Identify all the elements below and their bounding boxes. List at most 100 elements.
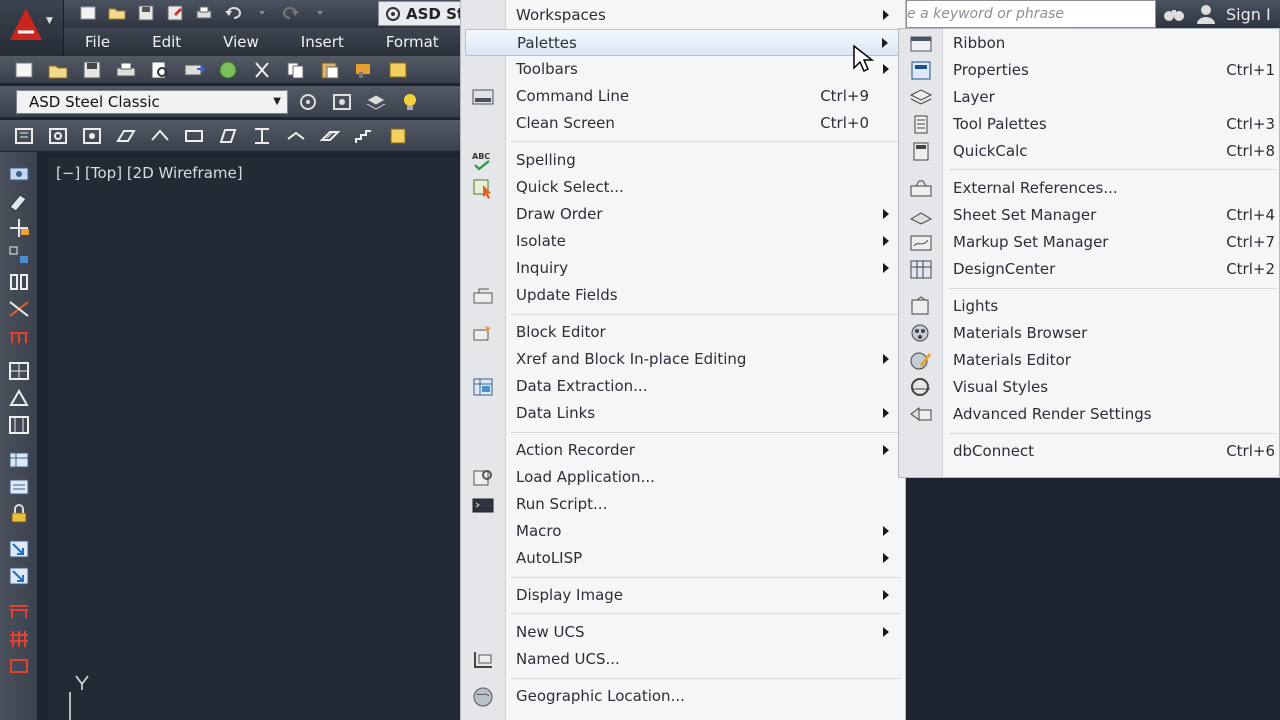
redo-icon[interactable] xyxy=(279,2,303,24)
menu-item-load-application[interactable]: Load Application... xyxy=(465,464,903,491)
workspace-settings-icon[interactable] xyxy=(294,90,322,114)
menu-item-autolisp[interactable]: AutoLISP xyxy=(465,545,903,572)
tool-import-icon[interactable] xyxy=(0,535,38,562)
undo-icon[interactable] xyxy=(221,2,245,24)
menu-item-named-ucs[interactable]: Named UCS... xyxy=(465,646,903,673)
tool-camera-icon[interactable] xyxy=(0,160,38,187)
submenu-item-quickcalc[interactable]: QuickCalc Ctrl+8 xyxy=(901,138,1279,165)
customize-icon[interactable] xyxy=(328,90,356,114)
submenu-item-lights[interactable]: Lights xyxy=(901,293,1279,320)
menu-item-command-line[interactable]: Command Line Ctrl+9 xyxy=(465,83,903,110)
menu-item-block-editor[interactable]: Block Editor xyxy=(465,319,903,346)
tool-frame-icon[interactable] xyxy=(0,384,38,411)
submenu-item-materials-editor[interactable]: Materials Editor xyxy=(901,347,1279,374)
shape-icon[interactable] xyxy=(214,124,242,148)
search-input[interactable]: e a keyword or phrase xyxy=(906,0,1156,28)
save-icon[interactable] xyxy=(78,58,106,82)
menu-item-data-links[interactable]: Data Links xyxy=(465,400,903,427)
tool-joint-icon[interactable] xyxy=(0,411,38,438)
grating-icon[interactable] xyxy=(316,124,344,148)
tool-export-icon[interactable] xyxy=(0,562,38,589)
print-icon[interactable] xyxy=(192,2,216,24)
redo-dropdown-icon[interactable] xyxy=(308,2,332,24)
open-icon[interactable] xyxy=(44,58,72,82)
bulb-icon[interactable] xyxy=(396,90,424,114)
copy-icon[interactable] xyxy=(282,58,310,82)
menu-item-data-extraction[interactable]: Data Extraction... xyxy=(465,373,903,400)
menu-item-run-script[interactable]: Run Script... xyxy=(465,491,903,518)
tool-lock-icon[interactable] xyxy=(0,500,38,527)
tool-railing-icon[interactable] xyxy=(0,322,38,349)
menu-item-palettes[interactable]: Palettes xyxy=(465,29,903,56)
menu-item-xref-block-editing[interactable]: Xref and Block In-place Editing xyxy=(465,346,903,373)
submenu-item-properties[interactable]: Properties Ctrl+1 xyxy=(901,57,1279,84)
application-menu-button[interactable]: ▼ xyxy=(0,0,64,58)
save-icon[interactable] xyxy=(134,2,158,24)
tool-bracing-icon[interactable] xyxy=(0,295,38,322)
cut-icon[interactable] xyxy=(248,58,276,82)
drawing-canvas[interactable] xyxy=(48,158,460,720)
menu-item-spelling[interactable]: ABC Spelling xyxy=(465,147,903,174)
submenu-item-advanced-render-settings[interactable]: Advanced Render Settings xyxy=(901,401,1279,428)
user-icon[interactable] xyxy=(1194,4,1218,24)
save-as-icon[interactable] xyxy=(163,2,187,24)
tool-list-icon[interactable] xyxy=(0,473,38,500)
submenu-item-ribbon[interactable]: Ribbon xyxy=(901,30,1279,57)
tool-bench-icon[interactable] xyxy=(0,597,38,624)
submenu-item-materials-browser[interactable]: Materials Browser xyxy=(901,320,1279,347)
viewport-label[interactable]: [−] [Top] [2D Wireframe] xyxy=(56,164,243,182)
plot-preview-icon[interactable] xyxy=(146,58,174,82)
open-folder-icon[interactable] xyxy=(105,2,129,24)
beam-icon[interactable] xyxy=(112,124,140,148)
cage-ladder-icon[interactable] xyxy=(384,124,412,148)
hole-icon[interactable] xyxy=(78,124,106,148)
submenu-item-layer[interactable]: Layer xyxy=(901,84,1279,111)
submenu-item-markup-set-manager[interactable]: Markup Set Manager Ctrl+7 xyxy=(901,229,1279,256)
menu-item-draw-order[interactable]: Draw Order xyxy=(465,201,903,228)
submenu-item-visual-styles[interactable]: Visual Styles xyxy=(901,374,1279,401)
tool-grid-icon[interactable] xyxy=(0,357,38,384)
block-editor-icon[interactable] xyxy=(384,58,412,82)
tool-array-icon[interactable] xyxy=(0,241,38,268)
stair-icon[interactable] xyxy=(350,124,378,148)
steel-style-select[interactable]: ASD Steel Classic ▼ xyxy=(16,89,288,114)
binoculars-icon[interactable] xyxy=(1162,4,1186,24)
paste-icon[interactable] xyxy=(316,58,344,82)
submenu-item-external-references[interactable]: External References... xyxy=(901,175,1279,202)
menu-item-toolbars[interactable]: Toolbars xyxy=(465,56,903,83)
tool-cage-icon[interactable] xyxy=(0,651,38,678)
sign-in-link[interactable]: Sign I xyxy=(1226,5,1271,24)
bolt-icon[interactable] xyxy=(44,124,72,148)
new-file-icon[interactable] xyxy=(76,2,100,24)
tool-move-icon[interactable] xyxy=(0,214,38,241)
menu-item-clean-screen[interactable]: Clean Screen Ctrl+0 xyxy=(465,110,903,137)
menu-item-geographic-location[interactable]: Geographic Location... xyxy=(465,683,903,710)
undo-dropdown-icon[interactable] xyxy=(250,2,274,24)
weld-icon[interactable] xyxy=(282,124,310,148)
i-beam-icon[interactable] xyxy=(248,124,276,148)
menu-item-macro[interactable]: Macro xyxy=(465,518,903,545)
tool-connection-icon[interactable] xyxy=(0,268,38,295)
menu-view[interactable]: View xyxy=(202,33,280,51)
submenu-item-sheet-set-manager[interactable]: Sheet Set Manager Ctrl+4 xyxy=(901,202,1279,229)
menu-item-action-recorder[interactable]: Action Recorder xyxy=(465,437,903,464)
submenu-item-dbconnect[interactable]: dbConnect Ctrl+6 xyxy=(901,438,1279,465)
tool-table-icon[interactable] xyxy=(0,446,38,473)
menu-item-inquiry[interactable]: Inquiry xyxy=(465,255,903,282)
folded-plate-icon[interactable] xyxy=(146,124,174,148)
submenu-item-tool-palettes[interactable]: Tool Palettes Ctrl+3 xyxy=(901,111,1279,138)
menu-item-update-fields[interactable]: Update Fields xyxy=(465,282,903,309)
menu-item-display-image[interactable]: Display Image xyxy=(465,582,903,609)
3d-dwf-icon[interactable] xyxy=(214,58,242,82)
publish-icon[interactable] xyxy=(180,58,208,82)
plot-icon[interactable] xyxy=(112,58,140,82)
match-properties-icon[interactable] xyxy=(350,58,378,82)
menu-item-workspaces[interactable]: Workspaces xyxy=(465,2,903,29)
workspace-switcher[interactable]: ASD St xyxy=(378,1,468,26)
menu-item-isolate[interactable]: Isolate xyxy=(465,228,903,255)
menu-insert[interactable]: Insert xyxy=(280,33,365,51)
menu-edit[interactable]: Edit xyxy=(131,33,202,51)
rectangle-icon[interactable] xyxy=(180,124,208,148)
menu-item-new-ucs[interactable]: New UCS xyxy=(465,619,903,646)
tool-fence-icon[interactable] xyxy=(0,624,38,651)
